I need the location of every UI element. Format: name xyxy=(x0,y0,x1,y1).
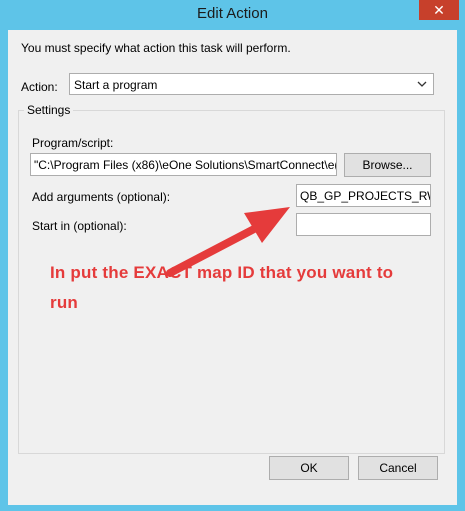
start-in-label: Start in (optional): xyxy=(32,219,127,233)
action-label: Action: xyxy=(21,80,58,94)
program-script-input[interactable]: "C:\Program Files (x86)\eOne Solutions\S… xyxy=(30,153,337,176)
edit-action-window: Edit Action ✕ You must specify what acti… xyxy=(0,0,465,511)
add-arguments-value: QB_GP_PROJECTS_RW xyxy=(300,189,431,203)
close-icon: ✕ xyxy=(433,2,445,18)
cancel-button[interactable]: Cancel xyxy=(358,456,438,480)
start-in-input[interactable] xyxy=(296,213,431,236)
dialog-client-area: You must specify what action this task w… xyxy=(8,30,457,505)
close-button[interactable]: ✕ xyxy=(419,0,459,20)
window-title: Edit Action xyxy=(197,5,268,22)
browse-button[interactable]: Browse... xyxy=(344,153,431,177)
program-script-label: Program/script: xyxy=(32,136,114,150)
action-select-value: Start a program xyxy=(74,78,158,92)
annotation-callout-text: In put the EXACT map ID that you want to… xyxy=(50,263,394,312)
add-arguments-input[interactable]: QB_GP_PROJECTS_RW xyxy=(296,184,431,207)
ok-button[interactable]: OK xyxy=(269,456,349,480)
settings-group-title: Settings xyxy=(24,103,74,117)
add-arguments-label: Add arguments (optional): xyxy=(32,190,171,204)
title-bar[interactable]: Edit Action ✕ xyxy=(0,0,465,30)
action-select[interactable]: Start a program xyxy=(69,73,434,95)
chevron-down-icon xyxy=(417,81,427,87)
program-script-value: "C:\Program Files (x86)\eOne Solutions\S… xyxy=(34,158,337,172)
instruction-text: You must specify what action this task w… xyxy=(21,41,291,55)
